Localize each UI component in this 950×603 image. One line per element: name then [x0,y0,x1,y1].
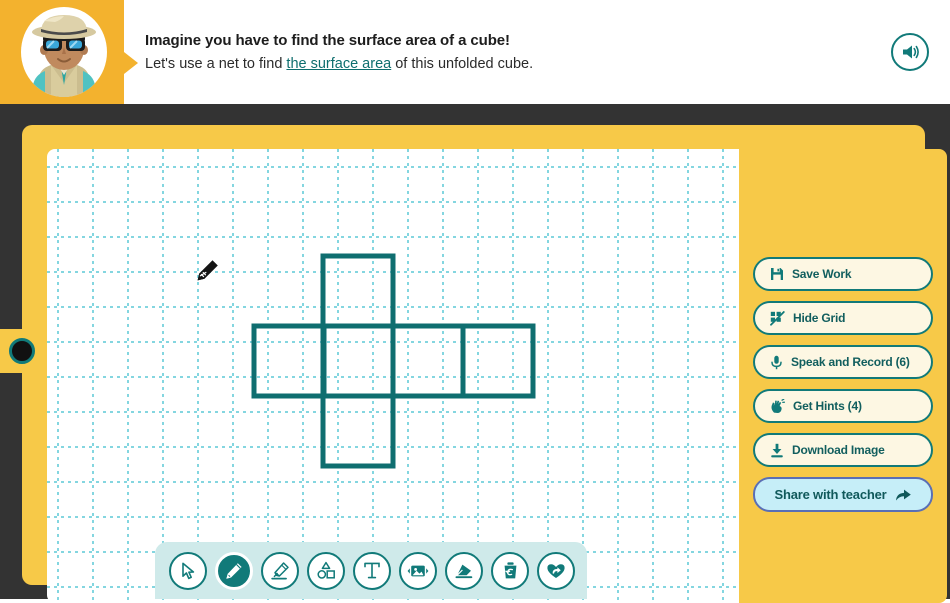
audio-play-button[interactable] [891,33,929,71]
eraser-tool[interactable] [445,551,483,590]
shapes-tool[interactable] [307,551,345,590]
microphone-icon [770,355,783,370]
highlighter-icon [270,561,290,581]
speaker-icon [900,43,920,61]
net-square-top [320,253,396,329]
share-arrow-icon [895,488,912,502]
trash-undo-icon [502,561,519,580]
speak-and-record-button[interactable]: Speak and Record (6) [753,345,933,379]
clear-all-tool[interactable] [491,551,529,590]
heart-arrow-icon [546,562,566,580]
hand-wave-icon [770,398,785,414]
share-with-teacher-label: Share with teacher [774,487,887,502]
net-square-center [320,323,396,399]
image-icon [407,563,429,579]
shapes-icon [316,561,336,580]
text-t-icon [363,561,381,580]
pencil-cursor-icon [192,256,222,286]
image-tool[interactable] [399,551,437,590]
tool-palette [155,542,587,599]
net-square-bottom [320,393,396,469]
cube-net-drawing [251,253,536,469]
hide-grid-label: Hide Grid [793,311,846,325]
download-icon [770,443,784,458]
net-square-far-right [460,323,536,399]
active-color-swatch[interactable] [0,329,44,373]
header-subtitle: Let's use a net to find the surface area… [145,53,845,75]
surface-area-link[interactable]: the surface area [286,56,391,72]
save-work-button[interactable]: Save Work [753,257,933,291]
sidebar-actions: Save Work Hide Grid Speak and Record (6)… [739,149,947,603]
select-cursor-tool[interactable] [169,551,207,590]
grid-icon [770,310,785,326]
workspace-stage: Save Work Hide Grid Speak and Record (6)… [0,104,950,603]
avatar-panel [0,0,138,104]
get-hints-button[interactable]: Get Hints (4) [753,389,933,423]
subtitle-after: of this unfolded cube. [391,56,534,72]
highlighter-tool[interactable] [261,551,299,590]
speech-tail [124,52,138,74]
header-bar: Imagine you have to find the surface are… [0,0,950,104]
eraser-icon [454,562,474,580]
header-text: Imagine you have to find the surface are… [145,30,845,75]
download-image-button[interactable]: Download Image [753,433,933,467]
get-hints-label: Get Hints (4) [793,399,862,413]
avatar [21,7,107,97]
hide-grid-button[interactable]: Hide Grid [753,301,933,335]
canvas-frame: Save Work Hide Grid Speak and Record (6)… [22,125,947,603]
pencil-icon [224,561,244,581]
drawing-canvas[interactable] [47,149,739,603]
subtitle-before: Let's use a net to find [145,56,287,72]
page-title: Imagine you have to find the surface are… [145,32,510,49]
pencil-tool[interactable] [215,551,253,590]
share-with-teacher-button[interactable]: Share with teacher [753,477,933,512]
download-image-label: Download Image [792,443,885,457]
net-square-left [251,323,327,399]
text-tool[interactable] [353,551,391,590]
color-dot [9,338,35,364]
net-square-right [390,323,466,399]
save-work-label: Save Work [792,267,852,281]
favorite-share-tool[interactable] [537,551,575,590]
save-disk-icon [770,267,784,281]
cursor-arrow-icon [180,562,196,580]
speak-and-record-label: Speak and Record (6) [791,355,910,369]
